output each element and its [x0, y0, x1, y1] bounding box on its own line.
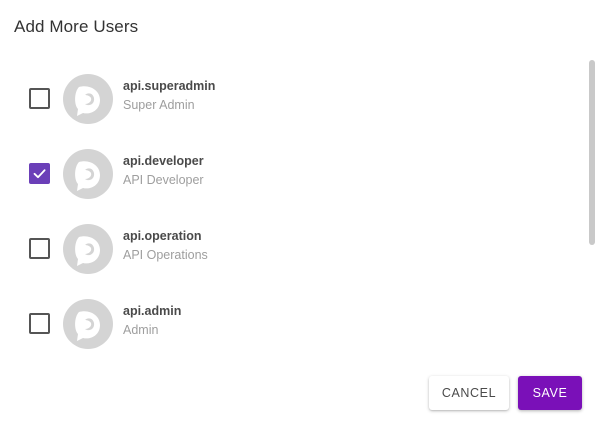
user-checkbox[interactable] — [29, 88, 50, 109]
user-avatar-icon — [63, 149, 113, 199]
user-role: API Developer — [123, 173, 204, 187]
user-checkbox[interactable] — [29, 313, 50, 334]
add-users-dialog: Add More Users api.superadmin Super Admi… — [0, 0, 595, 423]
user-role: API Operations — [123, 248, 208, 262]
user-name: api.superadmin — [123, 79, 216, 93]
user-avatar-icon — [63, 74, 113, 124]
check-icon — [33, 169, 46, 179]
user-name: api.operation — [123, 229, 202, 243]
list-scrollbar[interactable] — [589, 60, 595, 245]
dialog-title: Add More Users — [14, 17, 139, 36]
user-checkbox[interactable] — [29, 238, 50, 259]
user-name: api.admin — [123, 304, 182, 318]
user-list: api.superadmin Super Admin api.developer… — [0, 61, 586, 361]
user-role: Admin — [123, 323, 159, 337]
user-name: api.developer — [123, 154, 204, 168]
user-avatar-icon — [63, 224, 113, 274]
user-avatar-icon — [63, 299, 113, 349]
user-row: api.developer API Developer — [0, 136, 586, 211]
user-row: api.superadmin Super Admin — [0, 61, 586, 136]
user-row: api.admin Admin — [0, 286, 586, 361]
save-button[interactable]: SAVE — [518, 376, 582, 410]
user-row: api.operation API Operations — [0, 211, 586, 286]
user-checkbox[interactable] — [29, 163, 50, 184]
user-role: Super Admin — [123, 98, 195, 112]
cancel-button[interactable]: CANCEL — [429, 376, 509, 410]
